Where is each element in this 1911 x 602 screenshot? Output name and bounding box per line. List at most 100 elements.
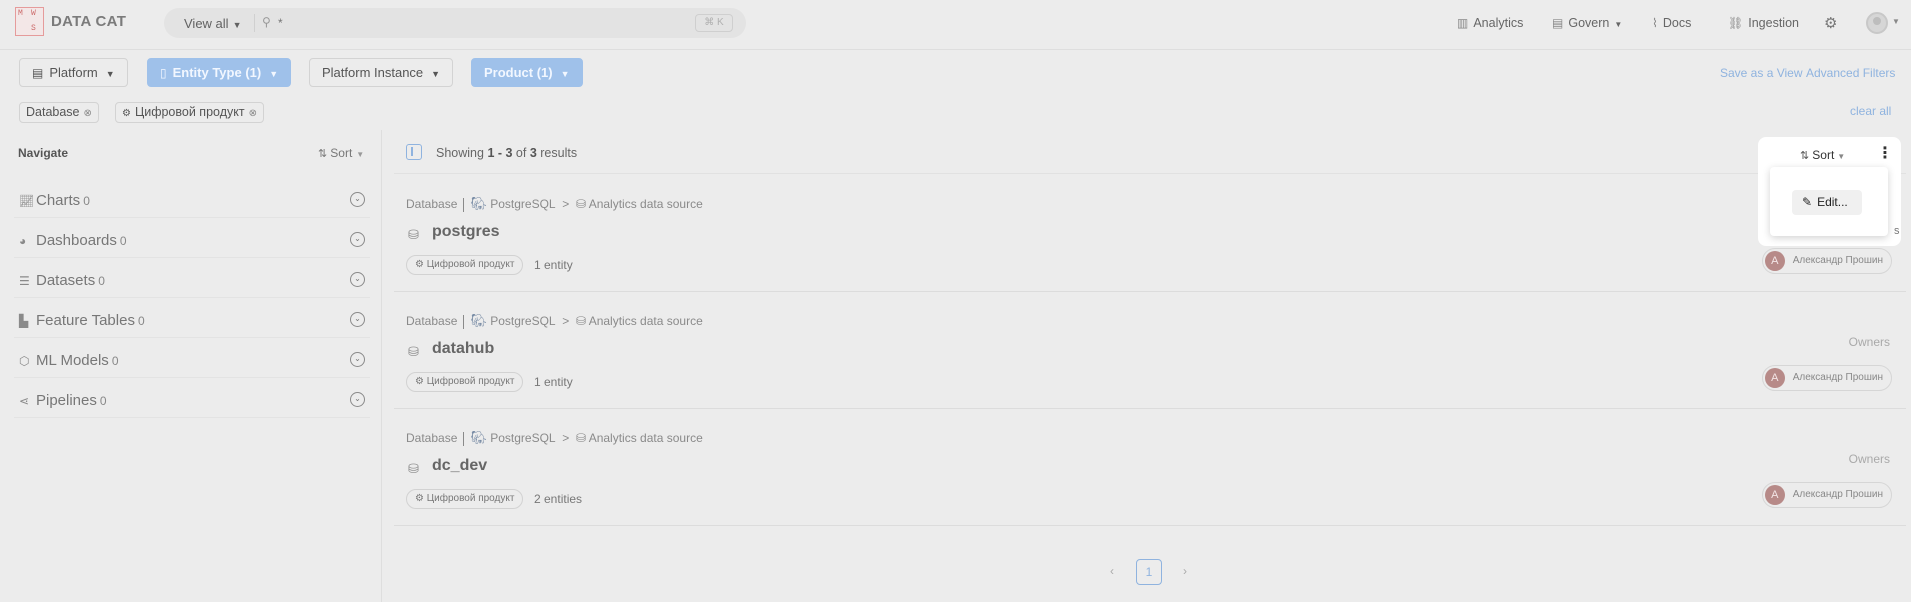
top-navigation: M W S DATA CAT View all▼ ⚲ ⌘ K ▥Analytic… [0,0,1911,50]
chevron-right-icon: > [562,314,570,328]
postgresql-icon: 🐘︎ [470,313,487,328]
expand-icon[interactable]: ⌄ [350,312,365,327]
expand-icon[interactable]: ⌄ [350,232,365,247]
sidebar-item-count: 0 [99,394,107,408]
filter-platform[interactable]: ▤ Platform ▼ [19,58,128,87]
avatar: A [1764,485,1785,505]
owner-name: Александр Прошин [1792,255,1883,266]
book-icon: ▤ [1552,16,1564,30]
expand-icon[interactable]: ⌄ [350,392,365,407]
nav-ingestion[interactable]: ⛓ Ingestion [1728,16,1799,30]
clear-all-link[interactable]: clear all [1850,104,1891,118]
chevron-down-icon: ▼ [1614,20,1623,29]
sidebar-sort-button[interactable]: ⇅ Sort ▼ [318,146,364,160]
owner-name: Александр Прошин [1792,489,1883,500]
data-source[interactable]: Analytics data source [589,197,703,211]
nav-docs[interactable]: ⌇ Docs [1652,16,1691,30]
expand-icon[interactable]: ⌄ [350,352,365,367]
sidebar-item-pipelines[interactable]: ⋖ Pipelines 0 ⌄ [14,382,370,418]
more-options-icon[interactable]: ⋮ [1877,143,1893,163]
edit-menu-item[interactable]: ✎ Edit... [1792,190,1862,215]
view-all-dropdown[interactable]: View all ▼ [184,16,241,31]
filter-entity-type[interactable]: ▯ Entity Type (1) ▼ [147,58,292,87]
data-source[interactable]: Analytics data source [589,431,703,445]
product-tag[interactable]: ⚙ Цифровой продукт [406,489,524,509]
entity-type: Database [406,431,458,445]
sidebar-item-label: ML Models 0 [36,352,119,369]
owners-label: Owners [1848,335,1890,349]
pagination-prev[interactable]: ‹ [1099,559,1125,585]
sidebar-item-feature-tables[interactable]: ▙ Feature Tables 0 ⌄ [14,302,370,338]
product-tag[interactable]: ⚙ Цифровой продукт [406,255,524,275]
avatar: A [1764,368,1785,388]
advanced-filters-link[interactable]: Advanced Filters [1806,66,1895,80]
platform-name[interactable]: PostgreSQL [490,197,555,211]
owner-pill[interactable]: A Александр Прошин [1761,248,1892,274]
entity-count: 1 entity [534,258,573,272]
sidebar-item-charts[interactable]: 📈︎ Charts 0 ⌄ [14,182,370,218]
bar-chart-icon: ▥ [1457,16,1469,30]
platform-name[interactable]: PostgreSQL [490,314,555,328]
nav-govern[interactable]: ▤ Govern ▼ [1552,16,1622,30]
filter-chip-product: ⚙ Цифровой продукт ⊗ [115,102,264,123]
layers-icon: ⛁ [575,314,587,328]
results-count-suffix: results [536,146,578,160]
postgresql-icon: 🐘︎ [470,196,487,211]
nav-analytics[interactable]: ▥ Analytics [1457,16,1523,30]
filter-chip-label: Цифровой продукт [134,105,245,119]
chevron-down-icon: ▼ [560,69,570,79]
owner-pill[interactable]: A Александр Прошин [1761,365,1892,391]
cube-icon: ⚙ [415,259,424,270]
close-circle-icon[interactable]: ⊗ [249,108,257,119]
save-as-view-link[interactable]: Save as a View [1720,66,1803,80]
result-title[interactable]: postgres [432,223,500,241]
chevron-down-icon[interactable]: ▼ [1892,17,1900,26]
results-count-prefix: Showing [436,146,488,160]
file-icon: ▯ [160,66,167,80]
user-avatar[interactable] [1866,12,1888,34]
result-title[interactable]: datahub [432,340,494,358]
link-icon: ⛓ [1728,16,1744,30]
filter-platform-instance-label: Platform Instance [322,65,424,80]
expand-icon[interactable]: ⌄ [350,192,365,207]
result-card[interactable]: Database 🐘︎ PostgreSQL > ⛁ Analytics data… [394,414,1906,526]
results-sort-label: Sort [1812,148,1835,162]
result-card[interactable]: Database 🐘︎ PostgreSQL > ⛁ Analytics data… [394,297,1906,409]
logo-letter-m: M [18,9,23,18]
sidebar-item-label: Charts 0 [36,192,90,209]
owner-pill[interactable]: A Александр Прошин [1761,482,1892,508]
sidebar-item-count: 0 [83,194,90,208]
pagination-next[interactable]: › [1172,559,1198,585]
truncated-text: s [1894,225,1900,237]
result-card[interactable]: Database 🐘︎ PostgreSQL > ⛁ Analytics data… [394,180,1906,292]
edit-icon: ✎ [1802,195,1813,209]
postgresql-icon: 🐘︎ [470,430,487,445]
logo[interactable]: M W S [15,7,44,36]
expand-icon[interactable]: ⌄ [350,272,365,287]
search-input[interactable] [278,13,558,33]
nav-docs-label: Docs [1662,16,1692,30]
sidebar-item-name: Datasets [36,272,96,289]
data-source[interactable]: Analytics data source [589,314,703,328]
cube-icon: ⬡ [19,354,30,368]
filter-platform-instance[interactable]: Platform Instance ▼ [309,58,454,87]
database-icon: ⛁ [408,344,419,359]
gear-icon[interactable]: ⚙ [1824,14,1837,32]
sidebar-item-datasets[interactable]: ☰ Datasets 0 ⌄ [14,262,370,298]
result-title[interactable]: dc_dev [432,457,487,475]
view-all-label: View all [184,16,229,31]
filter-product[interactable]: Product (1) ▼ [471,58,583,87]
chevron-down-icon: ▼ [431,69,441,79]
product-tag-label: Цифровой продукт [426,493,515,504]
logo-letter-s: S [31,24,36,33]
product-tag[interactable]: ⚙ Цифровой продукт [406,372,524,392]
line-chart-icon: 📈︎ [19,194,35,208]
sidebar-item-ml-models[interactable]: ⬡ ML Models 0 ⌄ [14,342,370,378]
sidebar-item-dashboards[interactable]: ◕ Dashboards 0 ⌄ [14,222,370,258]
pagination-page-1[interactable]: 1 [1136,559,1162,585]
entity-count: 2 entities [534,492,583,506]
close-circle-icon[interactable]: ⊗ [84,108,92,119]
sidebar-collapse-icon[interactable] [406,144,422,160]
results-sort-button[interactable]: ⇅ Sort ▼ [1800,148,1845,162]
platform-name[interactable]: PostgreSQL [490,431,555,445]
